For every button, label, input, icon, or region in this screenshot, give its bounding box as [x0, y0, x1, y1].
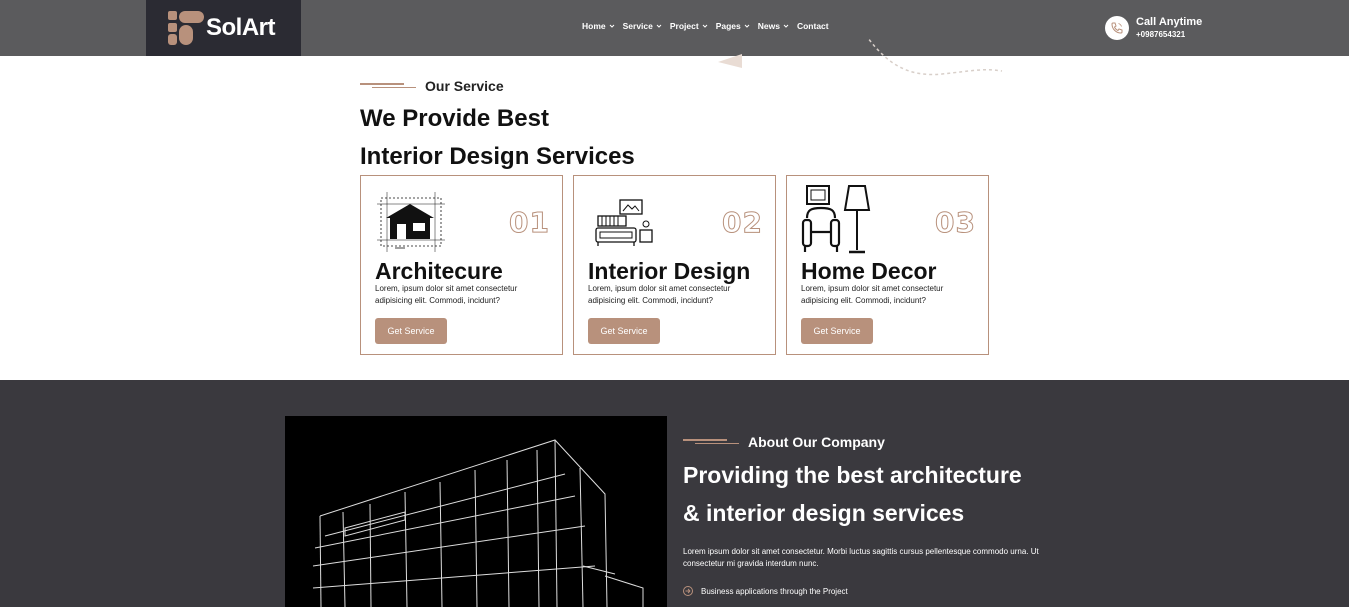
- about-section: About Our Company Providing the best arc…: [0, 380, 1349, 607]
- decorative-curve: [718, 38, 1003, 76]
- nav-label: News: [757, 21, 780, 31]
- living-room-icon: [595, 199, 653, 246]
- service-tag: Our Service: [360, 78, 504, 94]
- about-description: Lorem ipsum dolor sit amet consectetur. …: [683, 547, 1039, 568]
- about-heading-line2: & interior design services: [683, 500, 965, 526]
- card-number: 01: [509, 206, 550, 240]
- main-nav: Home Service Project Pages News Contact: [582, 21, 829, 31]
- card-description: Lorem, ipsum dolor sit amet consectetur …: [375, 284, 518, 305]
- chevron-down-icon: [656, 24, 662, 28]
- call-anytime[interactable]: Call Anytime +0987654321: [1105, 16, 1225, 42]
- about-bullet-item: Business applications through the Projec…: [683, 586, 848, 596]
- about-tag-text: About Our Company: [748, 434, 885, 450]
- logo[interactable]: SolArt: [146, 0, 301, 56]
- nav-item-service[interactable]: Service: [623, 21, 662, 31]
- service-tag-text: Our Service: [425, 78, 504, 94]
- tag-lines: [360, 83, 416, 89]
- chevron-down-icon: [744, 24, 750, 28]
- service-card-home-decor: 03 Home Decor Lorem, ipsum dolor sit ame…: [786, 175, 989, 355]
- get-service-button[interactable]: Get Service: [801, 318, 873, 344]
- logo-text: SolArt: [206, 14, 276, 41]
- card-title: Home Decor: [801, 258, 937, 284]
- arrow-right-circle-icon: [683, 586, 693, 596]
- nav-label: Pages: [715, 21, 741, 31]
- services-heading-line2: Interior Design Services: [360, 143, 635, 170]
- services-heading-line1: We Provide Best: [360, 105, 549, 132]
- call-number: +0987654321: [1136, 30, 1186, 39]
- chevron-down-icon: [609, 24, 614, 28]
- phone-icon: [1105, 16, 1129, 40]
- card-description: Lorem, ipsum dolor sit amet consectetur …: [801, 284, 944, 305]
- card-title: Interior Design: [588, 258, 751, 284]
- about-heading-line1: Providing the best architecture: [683, 462, 1022, 488]
- about-tag: About Our Company: [683, 434, 885, 450]
- building-sketch-image: [285, 416, 667, 607]
- service-card-architecture: 01 Architecure Lorem, ipsum dolor sit am…: [360, 175, 563, 355]
- chevron-down-icon: [702, 24, 708, 28]
- bullet-text: Business applications through the Projec…: [701, 586, 848, 596]
- chevron-down-icon: [783, 24, 789, 28]
- top-header: SolArt Home Service Project Pages News C…: [0, 0, 1349, 56]
- get-service-button[interactable]: Get Service: [375, 318, 447, 344]
- nav-item-project[interactable]: Project: [670, 21, 708, 31]
- card-number: 02: [722, 206, 763, 240]
- nav-label: Contact: [796, 21, 829, 31]
- logo-mark-icon: [168, 11, 204, 45]
- nav-item-home[interactable]: Home: [582, 21, 615, 31]
- armchair-lamp-icon: [801, 185, 871, 254]
- nav-label: Home: [582, 21, 606, 31]
- nav-item-contact[interactable]: Contact: [797, 21, 829, 31]
- nav-item-pages[interactable]: Pages: [716, 21, 750, 31]
- tag-lines: [683, 439, 739, 445]
- service-card-interior-design: 02 Interior Design Lorem, ipsum dolor si…: [573, 175, 776, 355]
- nav-label: Project: [669, 21, 699, 31]
- call-label: Call Anytime: [1136, 16, 1203, 28]
- card-number: 03: [935, 206, 976, 240]
- nav-item-news[interactable]: News: [758, 21, 789, 31]
- house-blueprint-icon: [377, 192, 445, 252]
- card-title: Architecure: [375, 258, 503, 284]
- nav-label: Service: [622, 21, 653, 31]
- card-description: Lorem, ipsum dolor sit amet consectetur …: [588, 284, 731, 305]
- get-service-button[interactable]: Get Service: [588, 318, 660, 344]
